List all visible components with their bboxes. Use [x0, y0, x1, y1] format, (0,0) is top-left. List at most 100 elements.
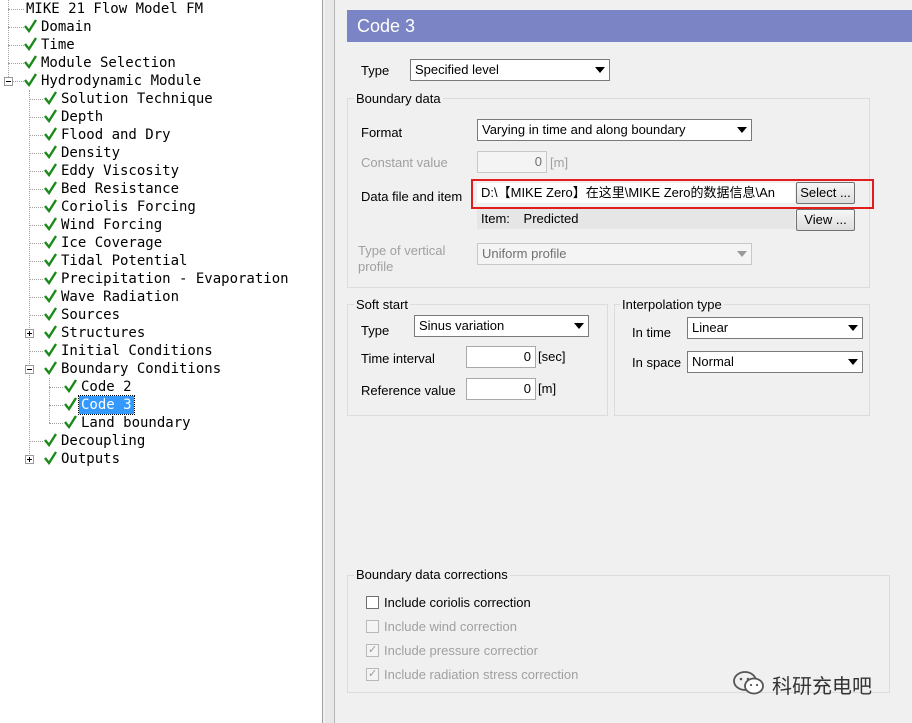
check-icon [44, 127, 57, 141]
soft-start-type-value: Sinus variation [419, 318, 505, 333]
check-icon [44, 181, 57, 195]
reference-value-label: Reference value [361, 383, 456, 398]
check-icon [44, 109, 57, 123]
soft-start-type-label: Type [361, 323, 390, 338]
tree-line [13, 81, 24, 82]
in-space-label: In space [632, 355, 682, 370]
radiation-correction-checkbox[interactable]: ✓ [366, 668, 379, 681]
tree-line [8, 45, 24, 46]
tree-line [8, 27, 24, 28]
reference-value-input[interactable]: 0 [466, 378, 536, 400]
check-icon [44, 433, 57, 447]
type-select[interactable]: Specified level [410, 59, 610, 81]
tree-item-label: Boundary Conditions [61, 361, 222, 377]
in-time-select[interactable]: Linear [687, 317, 863, 339]
time-interval-input[interactable]: 0 [466, 346, 536, 368]
tree-line [29, 207, 43, 208]
tree-item-label: Depth [61, 109, 104, 125]
check-icon [24, 55, 37, 69]
tree-item-label: Decoupling [61, 433, 146, 449]
vertical-profile-value: Uniform profile [482, 246, 567, 261]
check-icon [44, 91, 57, 105]
constant-value-unit: [m] [550, 155, 569, 170]
tree-line [29, 135, 43, 136]
check-icon [44, 343, 57, 357]
tree-item-label: Initial Conditions [61, 343, 213, 359]
tree-item-label: Wave Radiation [61, 289, 180, 305]
chevron-down-icon [574, 323, 584, 329]
check-icon [64, 397, 77, 411]
boundary-data-title: Boundary data [354, 91, 443, 106]
check-icon [44, 289, 57, 303]
item-value: Predicted [523, 211, 579, 226]
check-icon [24, 37, 37, 51]
check-icon [24, 19, 37, 33]
check-icon [44, 307, 57, 321]
in-time-value: Linear [692, 320, 729, 335]
coriolis-correction-checkbox[interactable] [366, 596, 379, 609]
check-icon [44, 271, 57, 285]
expand-toggle-icon[interactable] [25, 329, 34, 338]
view-item-button[interactable]: View ... [796, 209, 855, 231]
tree-line [29, 189, 43, 190]
tree-item-label: MIKE 21 Flow Model FM [26, 1, 204, 17]
in-space-select[interactable]: Normal [687, 351, 863, 373]
tree-item-label: Structures [61, 325, 146, 341]
tree-item-label-selected: Code 3 [78, 395, 135, 415]
reference-value-unit: [m] [538, 381, 557, 396]
tree-line [49, 387, 63, 388]
tree-line [29, 441, 43, 442]
format-select-value: Varying in time and along boundary [482, 122, 686, 137]
type-label: Type [361, 63, 390, 78]
panel-header: Code 3 [347, 10, 912, 42]
time-interval-label: Time interval [361, 351, 435, 366]
check-icon [64, 415, 77, 429]
check-icon [24, 73, 37, 87]
expand-toggle-icon[interactable] [25, 455, 34, 464]
tree-item-label: Ice Coverage [61, 235, 163, 251]
tree-item-label: Precipitation - Evaporation [61, 271, 289, 287]
format-select[interactable]: Varying in time and along boundary [477, 119, 752, 141]
model-tree: MIKE 21 Flow Model FM Domain Time Module… [0, 0, 322, 723]
watermark-text: 科研充电吧 [772, 674, 872, 698]
tree-line [29, 99, 43, 100]
type-select-value: Specified level [415, 62, 499, 77]
wind-correction-checkbox[interactable] [366, 620, 379, 633]
collapse-toggle-icon[interactable] [25, 365, 34, 374]
tree-item-label: Sources [61, 307, 121, 323]
constant-value-input[interactable]: 0 [477, 151, 547, 173]
soft-start-type-select[interactable]: Sinus variation [414, 315, 589, 337]
item-field: Item: Predicted [477, 209, 795, 229]
pressure-correction-label: Include pressure correctior [384, 643, 538, 658]
tree-item-label: Outputs [61, 451, 121, 467]
vertical-profile-label: Type of vertical [358, 243, 446, 258]
tree-line [49, 378, 50, 423]
chevron-down-icon [848, 325, 858, 331]
tree-item-label: Coriolis Forcing [61, 199, 196, 215]
tree-line [8, 0, 9, 81]
soft-start-title: Soft start [354, 297, 411, 312]
tree-item-label: Flood and Dry [61, 127, 171, 143]
pressure-correction-checkbox[interactable]: ✓ [366, 644, 379, 657]
in-space-value: Normal [692, 354, 734, 369]
collapse-toggle-icon[interactable] [4, 77, 13, 86]
tree-line [49, 405, 63, 406]
data-file-label: Data file and item [361, 189, 463, 204]
time-interval-unit: [sec] [538, 349, 566, 364]
check-icon [44, 253, 57, 267]
vertical-profile-select[interactable]: Uniform profile [477, 243, 752, 265]
tree-line [29, 351, 43, 352]
in-time-label: In time [632, 325, 672, 340]
tree-line [29, 117, 43, 118]
check-icon [44, 235, 57, 249]
chevron-down-icon [737, 251, 747, 257]
item-label: Item: [481, 211, 510, 226]
wechat-icon [732, 670, 766, 700]
tree-line [49, 423, 63, 424]
constant-value-label: Constant value [361, 155, 448, 170]
tree-item-label: Module Selection [41, 55, 176, 71]
tree-line [29, 279, 43, 280]
checkmark-icon: ✓ [368, 668, 378, 680]
splitter-handle[interactable] [325, 0, 335, 723]
format-label: Format [361, 125, 403, 140]
